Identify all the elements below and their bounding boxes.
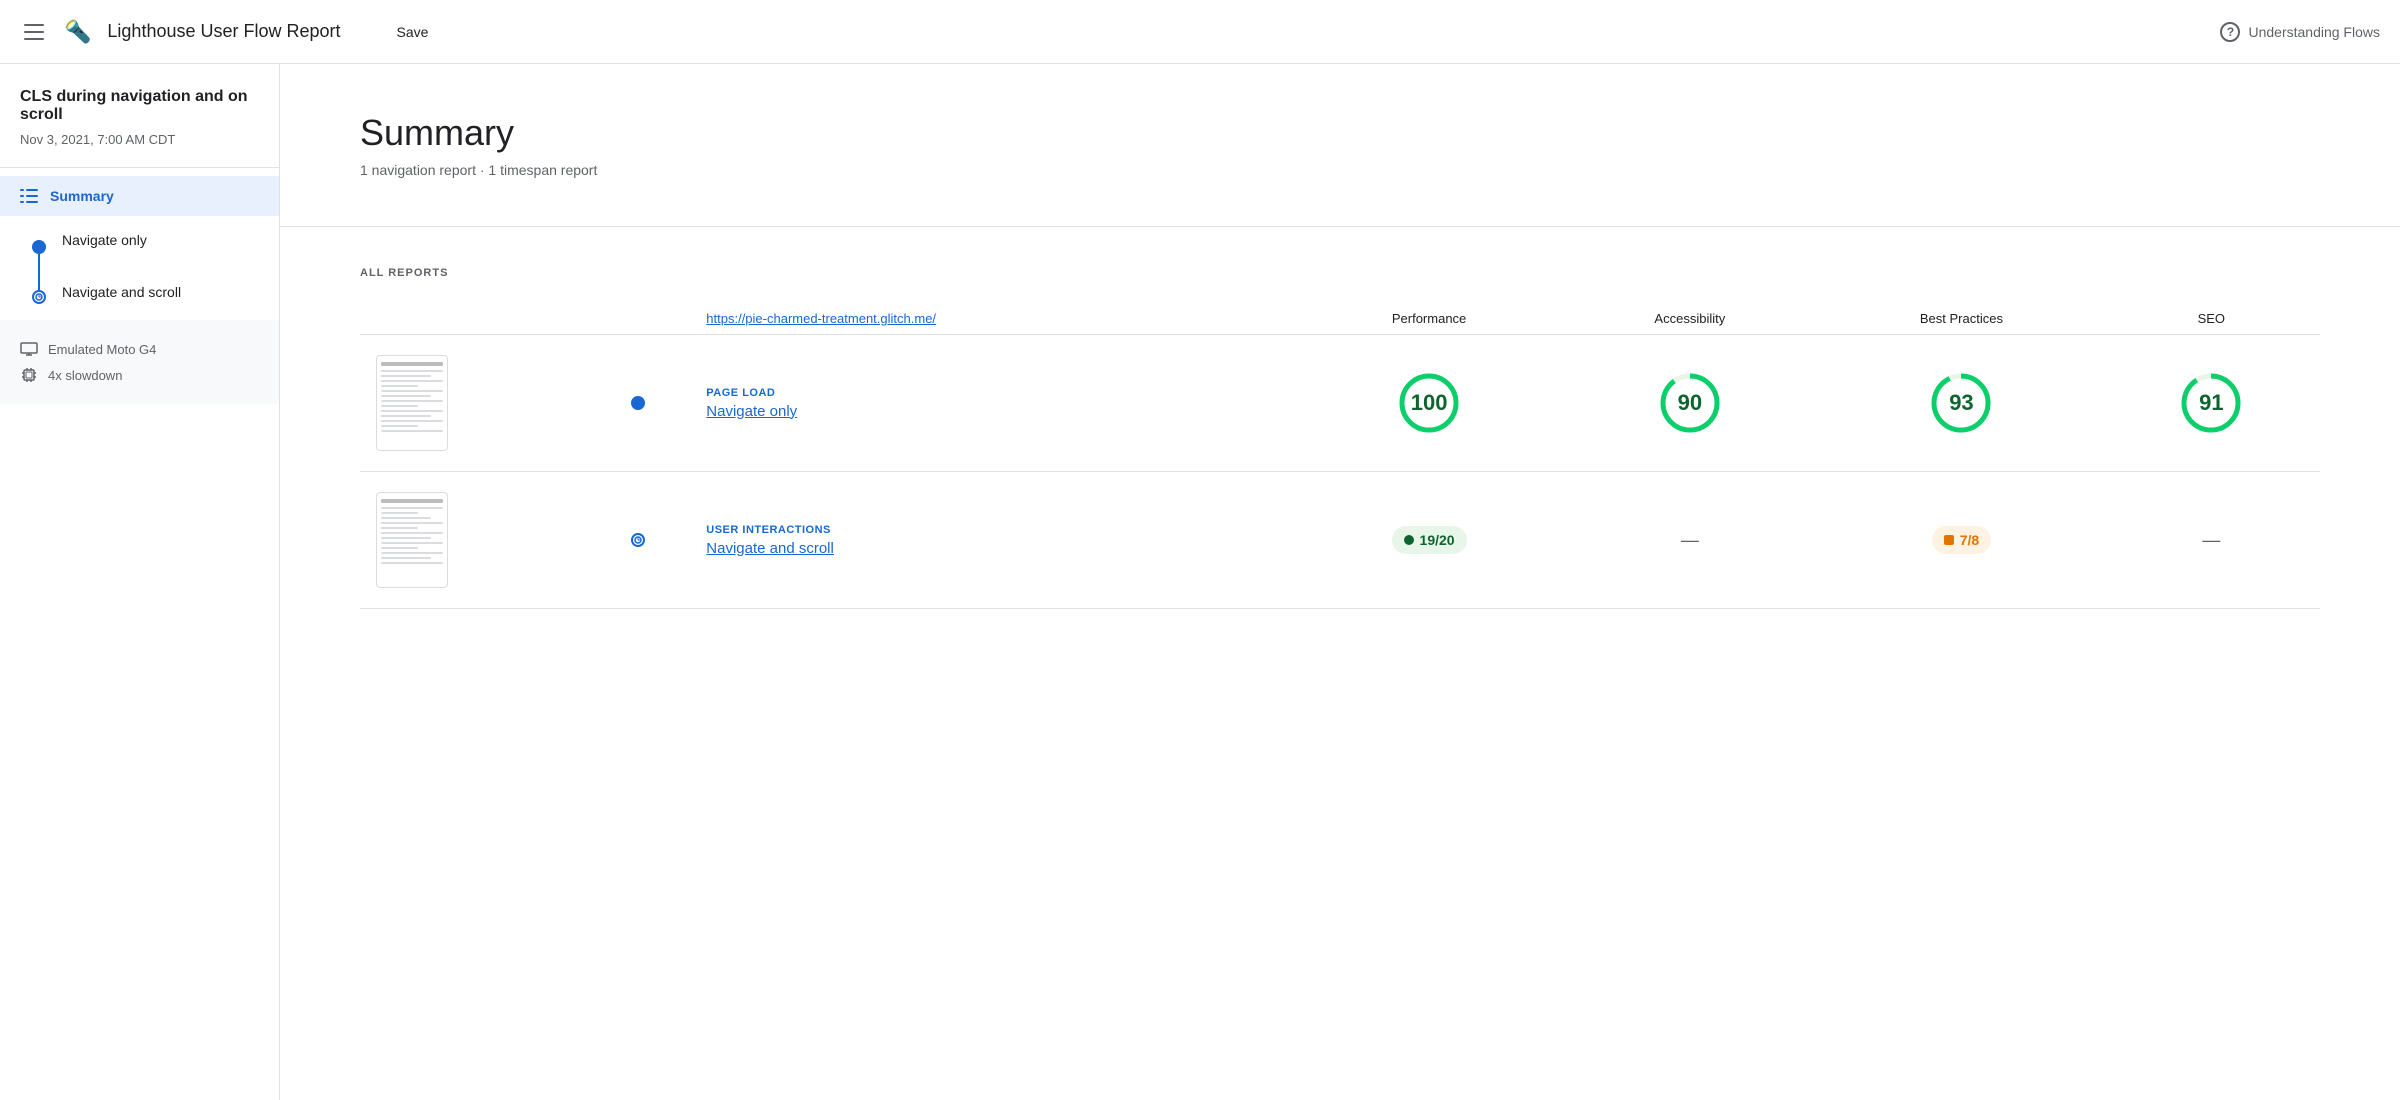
score-circle-91: 91 (2179, 371, 2243, 435)
score-value-7-8: 7/8 (1960, 532, 1979, 548)
project-title: CLS during navigation and on scroll (0, 88, 279, 132)
device-label-2: 4x slowdown (48, 368, 122, 383)
thumbnail-cell-1 (360, 335, 586, 472)
col-seo: SEO (2103, 303, 2320, 335)
row-dot-2 (631, 533, 645, 547)
report-name-link-1[interactable]: Navigate only (706, 403, 797, 420)
save-button[interactable]: Save (381, 16, 445, 48)
score-circle-93: 93 (1929, 371, 1993, 435)
table-row: Page load Navigate only 100 (360, 335, 2320, 472)
report-type-2: User interactions (706, 524, 1282, 536)
summary-section: Summary 1 navigation report · 1 timespan… (280, 64, 2400, 227)
reports-header-row: https://pie-charmed-treatment.glitch.me/… (360, 303, 2320, 335)
cpu-icon (20, 366, 38, 384)
score-bestpractices-1: 93 (1820, 335, 2102, 472)
device-info: Emulated Moto G4 4x slowdown (0, 320, 279, 404)
col-accessibility: Accessibility (1559, 303, 1820, 335)
row-dot-1 (631, 396, 645, 410)
device-row-2: 4x slowdown (20, 362, 259, 388)
summary-title: Summary (360, 112, 2320, 154)
score-dot-orange (1944, 535, 1954, 545)
score-seo-2: — (2103, 472, 2320, 609)
connector-cell-1 (586, 335, 690, 472)
flow-item-2[interactable]: Navigate and scroll (62, 284, 181, 300)
flow-labels-column: Navigate only Navigate and scroll (62, 232, 181, 300)
device-row-1: Emulated Moto G4 (20, 336, 259, 362)
score-dot-green (1404, 535, 1414, 545)
thumbnail-cell-2 (360, 472, 586, 609)
app-title: Lighthouse User Flow Report (107, 21, 340, 42)
score-value-100: 100 (1411, 390, 1448, 416)
score-value-91: 91 (2199, 390, 2223, 416)
score-accessibility-1: 90 (1559, 335, 1820, 472)
report-info-cell-2: User interactions Navigate and scroll (690, 472, 1298, 609)
flow-list: Navigate only Navigate and scroll (0, 216, 279, 312)
device-label-1: Emulated Moto G4 (48, 342, 156, 357)
flow-items-wrapper: Navigate only Navigate and scroll (0, 232, 279, 304)
main-layout: CLS during navigation and on scroll Nov … (0, 64, 2400, 1100)
reports-label: ALL REPORTS (360, 267, 2320, 279)
col-best-practices: Best Practices (1820, 303, 2102, 335)
table-row: User interactions Navigate and scroll 19… (360, 472, 2320, 609)
summary-label: Summary (50, 188, 114, 204)
report-type-1: Page load (706, 387, 1282, 399)
summary-subtitle: 1 navigation report · 1 timespan report (360, 162, 2320, 178)
flow-line-1 (38, 254, 40, 290)
score-fraction-perf: 19/20 (1392, 526, 1467, 554)
col-url: https://pie-charmed-treatment.glitch.me/ (690, 303, 1298, 335)
list-icon (20, 189, 38, 203)
score-performance-2: 19/20 (1299, 472, 1560, 609)
sidebar-summary-item[interactable]: Summary (0, 176, 279, 216)
score-value-93: 93 (1949, 390, 1973, 416)
score-accessibility-2: — (1559, 472, 1820, 609)
header-left: 🔦 Lighthouse User Flow Report Save (20, 16, 444, 48)
col-thumb (360, 303, 586, 335)
score-value-90: 90 (1678, 390, 1702, 416)
sidebar-divider (0, 167, 279, 168)
score-fraction-bp: 7/8 (1932, 526, 1991, 554)
report-info-cell-1: Page load Navigate only (690, 335, 1298, 472)
col-performance: Performance (1299, 303, 1560, 335)
menu-button[interactable] (20, 20, 48, 44)
score-circle-100: 100 (1397, 371, 1461, 435)
lighthouse-logo: 🔦 (64, 19, 91, 45)
score-dash-2: — (2202, 530, 2220, 550)
score-seo-1: 91 (2103, 335, 2320, 472)
header: 🔦 Lighthouse User Flow Report Save ? Und… (0, 0, 2400, 64)
url-link[interactable]: https://pie-charmed-treatment.glitch.me/ (706, 311, 936, 326)
help-link[interactable]: ? Understanding Flows (2220, 22, 2380, 42)
score-performance-1: 100 (1299, 335, 1560, 472)
flow-connector-column (32, 232, 46, 304)
connector-cell-2 (586, 472, 690, 609)
col-connector (586, 303, 690, 335)
score-dash-1: — (1681, 530, 1699, 550)
flow-item-1[interactable]: Navigate only (62, 232, 181, 284)
thumbnail-1 (376, 355, 448, 451)
flow-dot-1 (32, 240, 46, 254)
flow-dot-2 (32, 290, 46, 304)
thumbnail-2 (376, 492, 448, 588)
monitor-icon (20, 340, 38, 358)
help-label: Understanding Flows (2248, 24, 2380, 40)
sidebar: CLS during navigation and on scroll Nov … (0, 64, 280, 1100)
report-name-link-2[interactable]: Navigate and scroll (706, 540, 834, 557)
help-circle-icon: ? (2220, 22, 2240, 42)
reports-table: https://pie-charmed-treatment.glitch.me/… (360, 303, 2320, 609)
reports-section: ALL REPORTS htt (280, 227, 2400, 649)
score-value-19-20: 19/20 (1420, 532, 1455, 548)
score-bestpractices-2: 7/8 (1820, 472, 2102, 609)
main-content: Summary 1 navigation report · 1 timespan… (280, 64, 2400, 1100)
project-date: Nov 3, 2021, 7:00 AM CDT (0, 132, 279, 167)
score-circle-90: 90 (1658, 371, 1722, 435)
